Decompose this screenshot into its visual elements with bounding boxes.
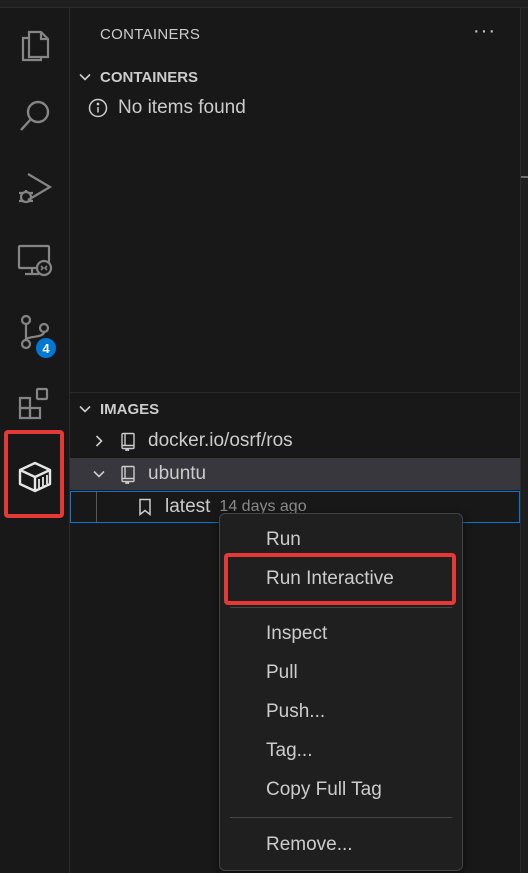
repository-icon: [121, 432, 135, 451]
extensions-icon: [18, 387, 48, 420]
scrollbar-marker: [521, 176, 528, 178]
activity-remote-explorer[interactable]: [0, 224, 69, 296]
chevron-right-icon: [95, 435, 103, 447]
scrollbar-track[interactable]: [520, 8, 528, 873]
remote-explorer-icon: [17, 244, 52, 277]
info-icon: [88, 98, 108, 118]
menu-item-copy-full-tag[interactable]: Copy Full Tag: [220, 772, 462, 808]
tree-indent-guide: [96, 492, 97, 522]
menu-item-remove[interactable]: Remove...: [220, 827, 462, 863]
chevron-down-icon: [79, 73, 91, 81]
image-label: docker.io/osrf/ros: [148, 430, 293, 451]
activity-source-control[interactable]: 4: [0, 296, 69, 368]
menu-separator: [230, 817, 452, 818]
search-icon: [19, 100, 49, 131]
menu-item-pull[interactable]: Pull: [220, 655, 462, 691]
image-label: ubuntu: [148, 463, 207, 484]
menu-item-push[interactable]: Push...: [220, 694, 462, 730]
containers-empty-row: No items found: [88, 97, 246, 119]
tag-label: latest: [165, 496, 211, 517]
images-section-header[interactable]: IMAGES: [70, 396, 520, 422]
activity-run-debug[interactable]: [0, 152, 69, 224]
run-debug-icon: [18, 173, 52, 204]
image-tree-item[interactable]: ubuntu: [70, 458, 520, 490]
activity-explorer[interactable]: [0, 8, 69, 80]
window-top-border: [0, 0, 528, 8]
more-actions-button[interactable]: ···: [473, 20, 496, 43]
menu-item-inspect[interactable]: Inspect: [220, 616, 462, 652]
empty-message: No items found: [118, 97, 246, 118]
files-icon: [21, 30, 49, 62]
repository-icon: [121, 465, 135, 484]
run-interactive-highlight-box: [224, 553, 456, 605]
chevron-down-icon: [79, 405, 91, 413]
activity-highlight-box: [4, 430, 64, 518]
image-tree-item[interactable]: docker.io/osrf/ros: [70, 425, 520, 457]
images-section-label: IMAGES: [100, 400, 160, 418]
tag-icon: [139, 498, 151, 517]
section-divider: [70, 392, 520, 393]
containers-section-header[interactable]: CONTAINERS: [70, 64, 520, 90]
containers-section-label: CONTAINERS: [100, 68, 199, 86]
menu-item-tag[interactable]: Tag...: [220, 733, 462, 769]
menu-separator: [230, 607, 452, 608]
chevron-down-icon: [93, 470, 105, 478]
activity-search[interactable]: [0, 80, 69, 152]
sidebar-title: CONTAINERS: [100, 26, 201, 43]
source-control-badge: 4: [34, 336, 58, 360]
